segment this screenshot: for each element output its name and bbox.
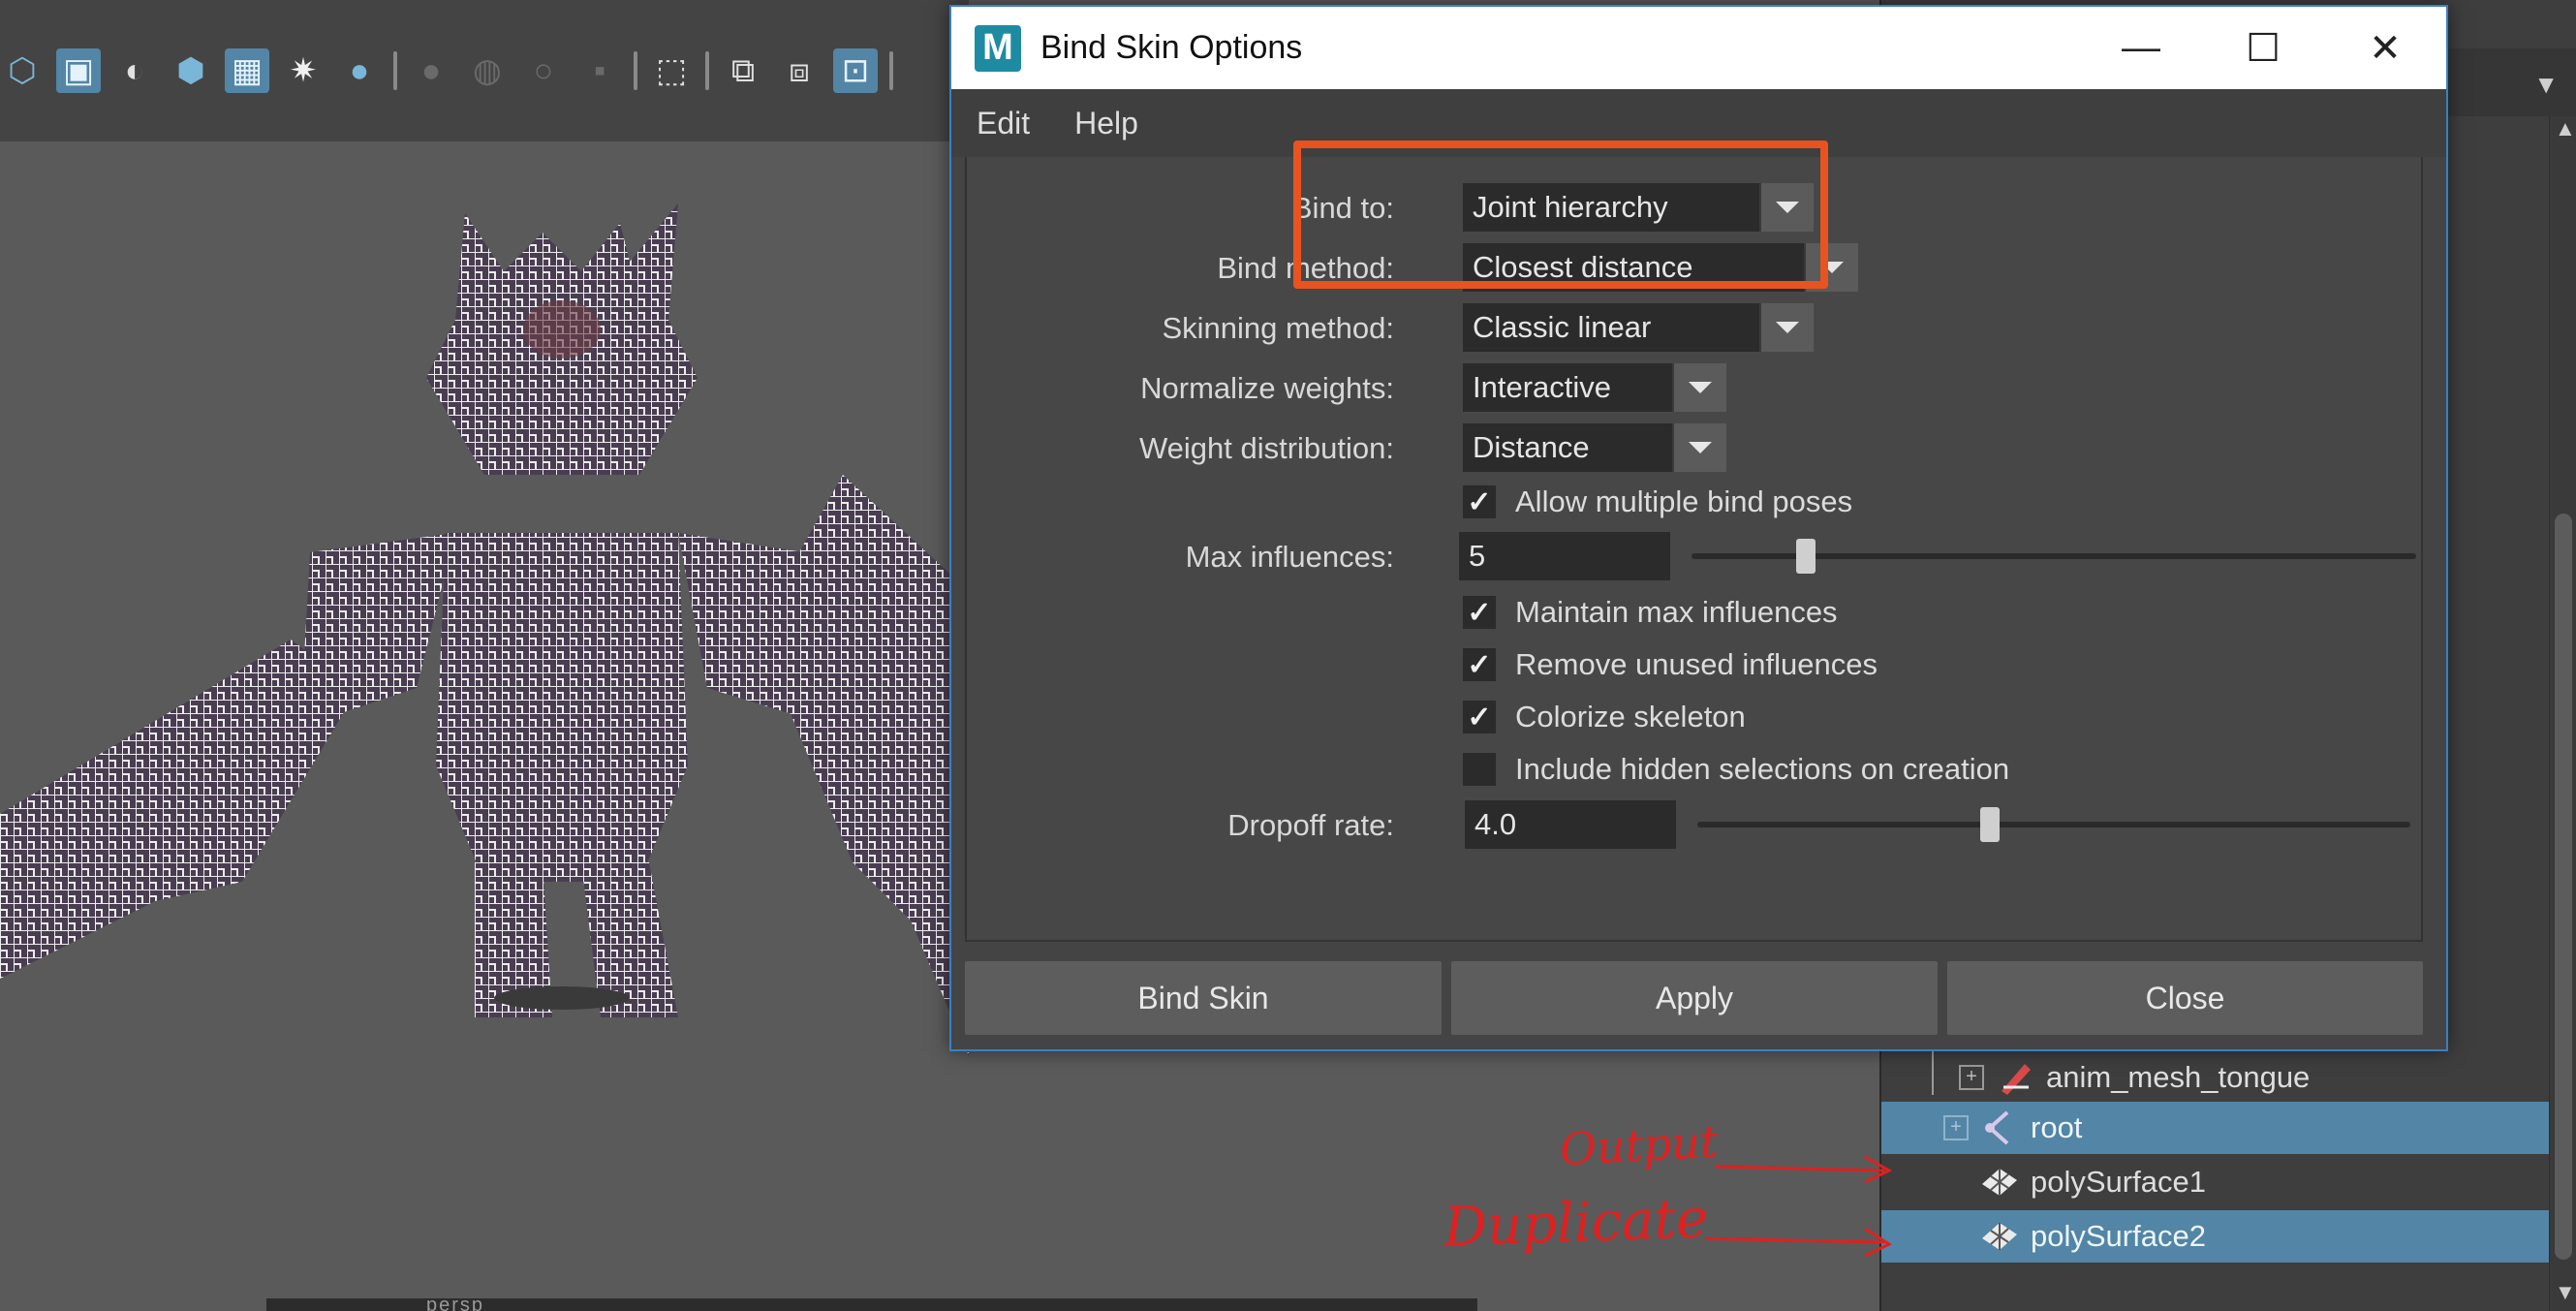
depth-of-field-icon[interactable]: ▪	[577, 48, 622, 93]
checkmark-icon[interactable]: ✓	[1463, 648, 1496, 681]
outliner-item-root[interactable]: + root	[1881, 1102, 2550, 1154]
scroll-up-icon[interactable]: ▲	[2555, 116, 2576, 141]
maintain-max-influences-checkbox[interactable]: ✓ Maintain max influences	[1463, 595, 1838, 630]
mesh-icon	[1978, 1215, 2021, 1258]
outliner-item-label: root	[2031, 1110, 2083, 1144]
colorize-skeleton-label: Colorize skeleton	[1515, 700, 1746, 734]
chevron-down-icon[interactable]	[1672, 423, 1726, 472]
joint-icon	[1978, 1107, 2021, 1149]
mesh-icon	[1978, 1161, 2021, 1203]
remove-unused-influences-checkbox[interactable]: ✓ Remove unused influences	[1463, 647, 1878, 682]
isolate-icon[interactable]: ⧈	[777, 48, 822, 93]
textured-cube-icon[interactable]: ⬢	[169, 48, 213, 93]
weight-distribution-label: Weight distribution:	[1138, 431, 1394, 465]
shadow-icon[interactable]: ●	[337, 48, 382, 93]
toolbar-separator	[889, 51, 893, 90]
minimize-icon[interactable]: —	[2080, 7, 2202, 89]
menu-edit[interactable]: Edit	[977, 106, 1030, 141]
weight-distribution-dropdown[interactable]: Distance	[1463, 423, 1726, 472]
annotation-duplicate-text: Duplicate	[1442, 1187, 1710, 1260]
bind-skin-button[interactable]: Bind Skin	[965, 961, 1442, 1035]
dropoff-rate-slider-track[interactable]	[1697, 822, 2410, 827]
menu-help[interactable]: Help	[1074, 106, 1138, 141]
dialog-button-row: Bind Skin Apply Close	[965, 961, 2423, 1035]
chevron-down-icon[interactable]	[1759, 303, 1814, 352]
checkmark-icon[interactable]: ✓	[1463, 701, 1496, 734]
motion-blur-icon[interactable]: ◍	[465, 48, 510, 93]
scroll-down-icon[interactable]: ▼	[2555, 1280, 2576, 1305]
checkmark-icon[interactable]: ✓	[1463, 596, 1496, 629]
chevron-down-icon[interactable]	[1672, 363, 1726, 412]
allow-multiple-bind-poses-checkbox[interactable]: ✓ Allow multiple bind poses	[1463, 484, 1852, 519]
outliner-item-label: polySurface1	[2031, 1165, 2206, 1199]
close-button[interactable]: Close	[1947, 961, 2423, 1035]
toolbar-separator	[705, 51, 709, 90]
shaded-cube-icon[interactable]: ▣	[56, 48, 101, 93]
toolbar-separator	[393, 51, 397, 90]
snap-icon[interactable]: ⧉	[721, 48, 765, 93]
weight-distribution-value: Distance	[1473, 430, 1590, 464]
checker-icon[interactable]: ▦	[225, 48, 269, 93]
character-wireframe-mesh	[0, 203, 969, 1056]
scrollbar-thumb[interactable]	[2555, 514, 2572, 1260]
wireframe-cube-icon[interactable]: ⬡	[0, 48, 45, 93]
remove-unused-influences-label: Remove unused influences	[1515, 647, 1878, 681]
camera-label: persp	[426, 1295, 485, 1311]
close-icon[interactable]: ✕	[2324, 7, 2446, 89]
empty-checkbox-icon[interactable]	[1463, 753, 1496, 786]
outliner-item-polysurface2[interactable]: polySurface2	[1881, 1210, 2550, 1263]
annotation-arrows	[1705, 1155, 1893, 1258]
ambient-occlusion-icon[interactable]: ●	[409, 48, 453, 93]
light-icon[interactable]: ✷	[281, 48, 326, 93]
annotation-highlight-box	[1293, 140, 1828, 289]
outliner-item-anim-mesh-tongue[interactable]: + anim_mesh_tongue	[1881, 1051, 2550, 1104]
expand-icon[interactable]: +	[1959, 1065, 1984, 1090]
expand-icon[interactable]: +	[1943, 1115, 1969, 1140]
include-hidden-selections-label: Include hidden selections on creation	[1515, 752, 2010, 786]
chevron-down-icon[interactable]: ▼	[2533, 70, 2559, 100]
skinning-method-value: Classic linear	[1473, 310, 1652, 344]
maximize-icon[interactable]: ☐	[2202, 7, 2324, 89]
max-influences-field[interactable]: 5	[1459, 532, 1670, 580]
skinning-method-label: Skinning method:	[1162, 311, 1394, 345]
checkmark-icon[interactable]: ✓	[1463, 485, 1496, 518]
dropoff-rate-label: Dropoff rate:	[1227, 808, 1394, 842]
normalize-weights-label: Normalize weights:	[1140, 371, 1394, 405]
dropoff-rate-slider-handle[interactable]	[1980, 807, 2000, 842]
maya-logo-icon: M	[975, 24, 1021, 72]
dialog-titlebar[interactable]: M Bind Skin Options — ☐ ✕	[951, 7, 2446, 89]
allow-multiple-bind-poses-label: Allow multiple bind poses	[1515, 484, 1853, 518]
dropoff-rate-field[interactable]: 4.0	[1465, 800, 1676, 849]
maintain-max-influences-label: Maintain max influences	[1515, 595, 1838, 629]
apply-button[interactable]: Apply	[1451, 961, 1938, 1035]
normalize-weights-value: Interactive	[1473, 370, 1612, 404]
half-sphere-icon[interactable]: ◐	[112, 48, 157, 93]
select-icon[interactable]: ⬚	[649, 48, 694, 93]
skinning-method-dropdown[interactable]: Classic linear	[1463, 303, 1814, 352]
colorize-skeleton-checkbox[interactable]: ✓ Colorize skeleton	[1463, 700, 1746, 734]
max-influences-slider-handle[interactable]	[1796, 539, 1816, 574]
outliner-scrollbar[interactable]: ▲ ▼	[2549, 116, 2576, 1311]
outliner-item-polysurface1[interactable]: polySurface1	[1881, 1156, 2550, 1208]
outliner-item-label: anim_mesh_tongue	[2046, 1060, 2311, 1094]
toolbar-separator	[634, 51, 637, 90]
max-influences-label: Max influences:	[1185, 540, 1394, 574]
include-hidden-selections-checkbox[interactable]: Include hidden selections on creation	[1463, 752, 2009, 787]
outliner-item-label: polySurface2	[2031, 1219, 2206, 1253]
antialias-icon[interactable]: ○	[521, 48, 566, 93]
annotation-output-text: Output	[1558, 1114, 1720, 1176]
frame-icon[interactable]: ⊡	[833, 48, 878, 93]
normalize-weights-dropdown[interactable]: Interactive	[1463, 363, 1726, 412]
dialog-title: Bind Skin Options	[1040, 29, 1303, 66]
viewport-toolbar: ⬡ ▣ ◐ ⬢ ▦ ✷ ● ● ◍ ○ ▪ ⬚ ⧉ ⧈ ⊡	[0, 0, 969, 141]
mesh-transform-icon	[1994, 1056, 2036, 1099]
